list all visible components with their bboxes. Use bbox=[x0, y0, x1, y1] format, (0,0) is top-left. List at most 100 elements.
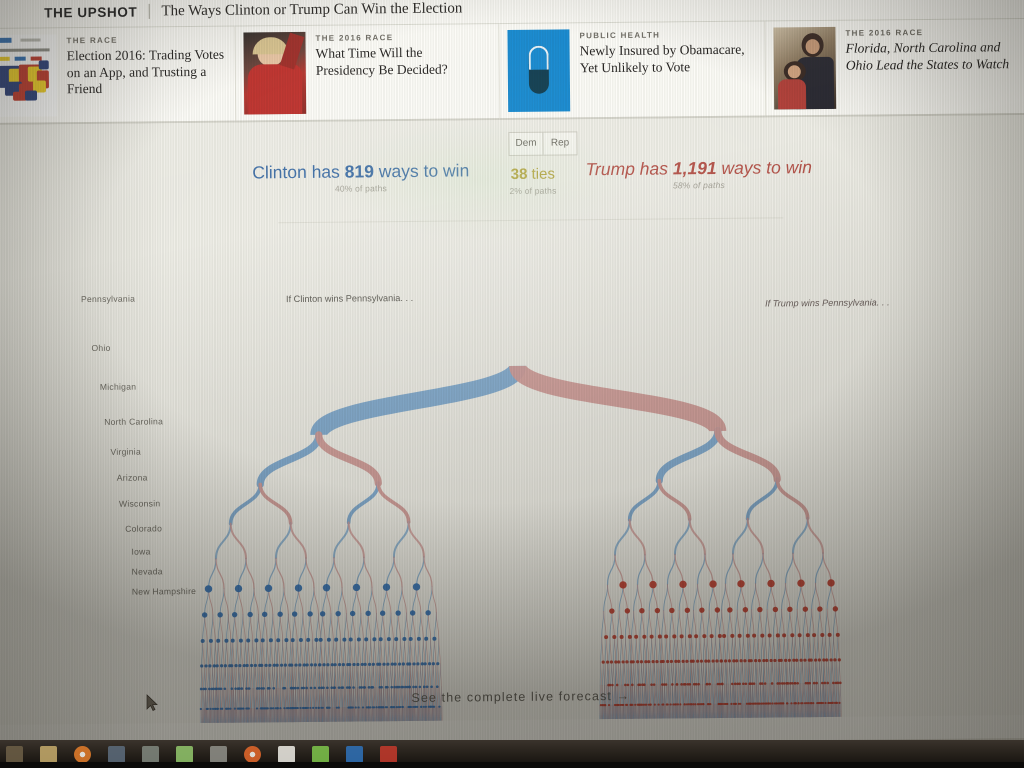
clinton-win-marker[interactable] bbox=[230, 687, 233, 690]
clinton-win-marker[interactable] bbox=[264, 664, 267, 667]
trump-win-marker[interactable] bbox=[720, 659, 723, 662]
clinton-win-marker[interactable] bbox=[382, 663, 385, 666]
clinton-win-marker[interactable] bbox=[262, 687, 265, 690]
trump-win-marker[interactable] bbox=[808, 682, 811, 685]
trump-win-marker[interactable] bbox=[746, 634, 750, 638]
trump-win-marker[interactable] bbox=[704, 660, 707, 663]
trump-win-marker[interactable] bbox=[821, 682, 824, 685]
clinton-win-marker[interactable] bbox=[436, 662, 439, 665]
trump-win-marker[interactable] bbox=[738, 634, 742, 638]
trump-win-marker[interactable] bbox=[783, 682, 786, 685]
clinton-win-marker[interactable] bbox=[433, 706, 435, 708]
trump-win-marker[interactable] bbox=[608, 704, 610, 706]
clinton-win-marker[interactable] bbox=[398, 662, 401, 665]
trump-win-marker[interactable] bbox=[610, 660, 613, 663]
trump-win-marker[interactable] bbox=[782, 702, 784, 704]
trump-win-marker[interactable] bbox=[808, 702, 810, 704]
clinton-win-marker[interactable] bbox=[314, 663, 317, 666]
trump-win-marker[interactable] bbox=[833, 658, 836, 661]
clinton-win-marker[interactable] bbox=[217, 612, 222, 617]
trump-win-marker[interactable] bbox=[776, 702, 778, 704]
clinton-win-marker[interactable] bbox=[262, 612, 267, 617]
promo-card-4[interactable]: THE 2016 RACE Florida, North Carolina an… bbox=[765, 19, 1024, 116]
trump-win-marker[interactable] bbox=[795, 659, 798, 662]
trump-win-marker[interactable] bbox=[771, 702, 773, 704]
clinton-win-marker[interactable] bbox=[432, 637, 436, 641]
trump-win-marker[interactable] bbox=[631, 704, 633, 706]
clinton-win-marker[interactable] bbox=[272, 687, 275, 690]
clinton-win-marker[interactable] bbox=[231, 639, 235, 643]
clinton-win-marker[interactable] bbox=[360, 686, 363, 689]
clinton-win-marker[interactable] bbox=[401, 706, 403, 708]
trump-win-marker[interactable] bbox=[728, 659, 731, 662]
trump-win-marker[interactable] bbox=[664, 634, 668, 638]
clinton-win-marker[interactable] bbox=[399, 706, 401, 708]
clinton-win-marker[interactable] bbox=[235, 585, 242, 592]
trump-win-marker[interactable] bbox=[694, 634, 698, 638]
clinton-win-marker[interactable] bbox=[338, 663, 341, 666]
trump-win-marker[interactable] bbox=[685, 660, 688, 663]
clinton-win-marker[interactable] bbox=[380, 610, 385, 615]
clinton-win-marker[interactable] bbox=[243, 664, 246, 667]
trump-win-marker[interactable] bbox=[674, 660, 677, 663]
trump-win-marker[interactable] bbox=[780, 659, 783, 662]
clinton-win-marker[interactable] bbox=[364, 637, 368, 641]
clinton-win-marker[interactable] bbox=[419, 686, 422, 689]
clinton-win-marker[interactable] bbox=[260, 664, 263, 667]
trump-win-marker[interactable] bbox=[734, 683, 737, 686]
clinton-win-marker[interactable] bbox=[342, 663, 345, 666]
clinton-win-marker[interactable] bbox=[309, 707, 311, 709]
trump-win-marker[interactable] bbox=[672, 634, 676, 638]
clinton-win-marker[interactable] bbox=[330, 686, 333, 689]
trump-win-marker[interactable] bbox=[739, 703, 741, 705]
clinton-win-marker[interactable] bbox=[267, 707, 269, 709]
trump-win-marker[interactable] bbox=[655, 660, 658, 663]
trump-win-marker[interactable] bbox=[696, 660, 699, 663]
clinton-win-marker[interactable] bbox=[322, 663, 325, 666]
trump-win-marker[interactable] bbox=[735, 703, 737, 705]
promo-card-2[interactable]: THE 2016 RACE What Time Will the Preside… bbox=[235, 24, 500, 121]
trump-win-marker[interactable] bbox=[682, 660, 685, 663]
trump-win-marker[interactable] bbox=[688, 634, 692, 638]
trump-win-marker[interactable] bbox=[617, 660, 620, 663]
trump-win-marker[interactable] bbox=[702, 703, 704, 705]
trump-win-marker[interactable] bbox=[619, 581, 626, 588]
clinton-win-marker[interactable] bbox=[230, 664, 233, 667]
trump-win-marker[interactable] bbox=[658, 635, 662, 639]
trump-win-marker[interactable] bbox=[768, 633, 772, 637]
clinton-win-marker[interactable] bbox=[386, 706, 388, 708]
trump-win-marker[interactable] bbox=[711, 659, 714, 662]
trump-win-marker[interactable] bbox=[838, 702, 840, 704]
trump-win-marker[interactable] bbox=[743, 659, 746, 662]
trump-win-marker[interactable] bbox=[604, 704, 606, 706]
clinton-win-marker[interactable] bbox=[310, 663, 313, 666]
clinton-win-marker[interactable] bbox=[307, 611, 312, 616]
trump-win-marker[interactable] bbox=[836, 702, 838, 704]
clinton-win-marker[interactable] bbox=[216, 639, 220, 643]
clinton-win-marker[interactable] bbox=[297, 707, 299, 709]
trump-win-marker[interactable] bbox=[767, 580, 774, 587]
trump-win-marker[interactable] bbox=[787, 682, 790, 685]
trump-win-marker[interactable] bbox=[812, 633, 816, 637]
trump-win-marker[interactable] bbox=[688, 703, 690, 705]
trump-win-marker[interactable] bbox=[665, 683, 668, 686]
clinton-win-marker[interactable] bbox=[416, 662, 419, 665]
clinton-win-marker[interactable] bbox=[220, 687, 223, 690]
clinton-win-marker[interactable] bbox=[232, 612, 237, 617]
trump-win-marker[interactable] bbox=[718, 634, 722, 638]
trump-win-marker[interactable] bbox=[650, 635, 654, 639]
clinton-win-marker[interactable] bbox=[284, 664, 287, 667]
clinton-win-marker[interactable] bbox=[362, 706, 364, 708]
clinton-win-marker[interactable] bbox=[276, 664, 279, 667]
clinton-win-marker[interactable] bbox=[224, 687, 227, 690]
trump-win-marker[interactable] bbox=[679, 581, 686, 588]
trump-win-marker[interactable] bbox=[667, 703, 669, 705]
trump-win-marker[interactable] bbox=[700, 660, 703, 663]
trump-win-marker[interactable] bbox=[692, 703, 694, 705]
trump-win-marker[interactable] bbox=[836, 682, 839, 685]
clinton-win-marker[interactable] bbox=[322, 686, 325, 689]
trump-win-marker[interactable] bbox=[823, 682, 826, 685]
clinton-win-marker[interactable] bbox=[277, 611, 282, 616]
trump-win-marker[interactable] bbox=[616, 684, 619, 687]
clinton-win-marker[interactable] bbox=[357, 637, 361, 641]
